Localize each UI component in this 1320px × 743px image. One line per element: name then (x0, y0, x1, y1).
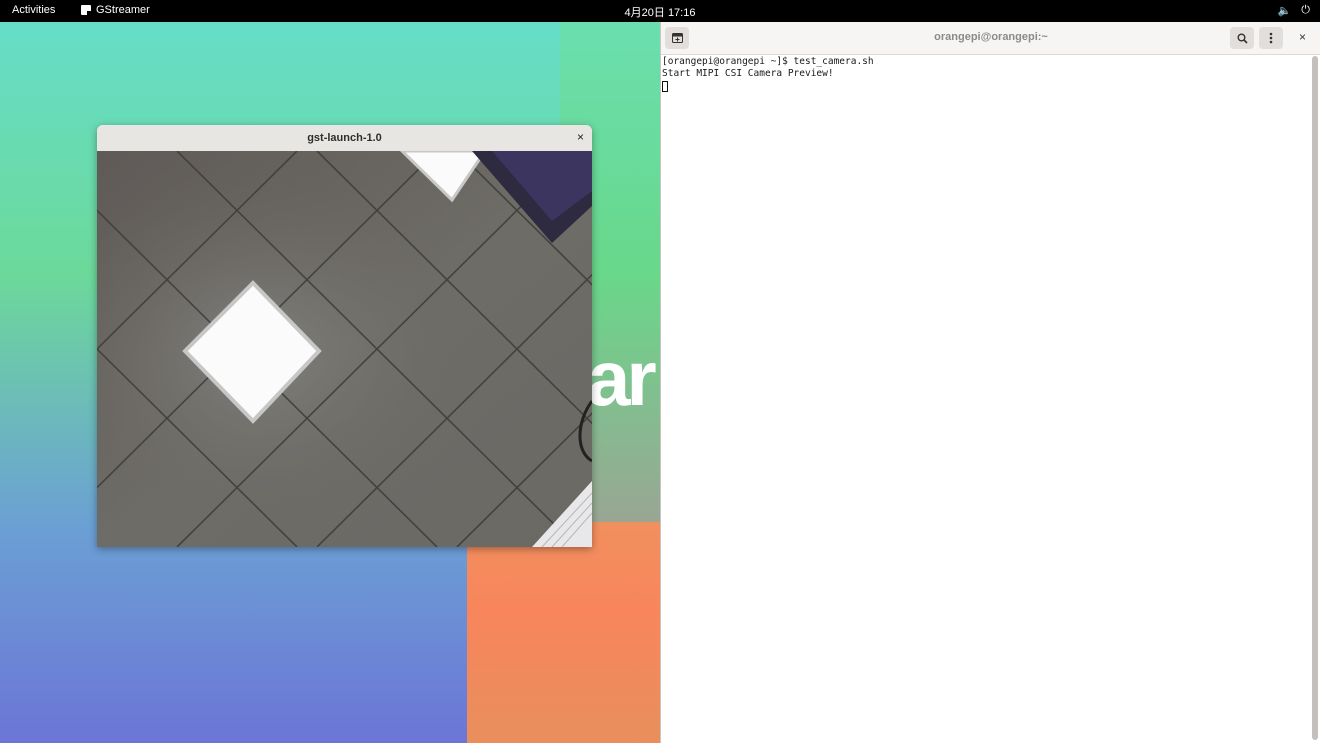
power-icon[interactable]: ⏻ (1301, 4, 1310, 17)
terminal-scrollbar[interactable] (1312, 56, 1318, 740)
app-menu[interactable]: GStreamer (81, 4, 150, 16)
gst-window-title: gst-launch-1.0 (307, 132, 382, 144)
wallpaper-text: ar (587, 334, 657, 422)
top-bar: Activities GStreamer 4月20日 17:16 🔈 ⏻ (0, 0, 1320, 22)
gst-launch-window[interactable]: gst-launch-1.0 × (97, 125, 592, 547)
terminal-line: [orangepi@orangepi ~]$ test_camera.sh (662, 56, 874, 67)
close-icon[interactable]: × (1299, 30, 1306, 44)
terminal-window[interactable]: orangepi@orangepi:~ × [orangepi@orangepi… (660, 22, 1320, 743)
kebab-menu-icon (1269, 32, 1273, 44)
terminal-title: orangepi@orangepi:~ (934, 31, 1048, 43)
activities-button[interactable]: Activities (12, 4, 55, 16)
close-icon[interactable]: × (577, 130, 584, 144)
terminal-headerbar[interactable]: orangepi@orangepi:~ × (661, 22, 1320, 55)
system-status-area[interactable]: 🔈 ⏻ (1278, 4, 1310, 17)
wallpaper-orange-block (467, 522, 660, 743)
clock[interactable]: 4月20日 17:16 (625, 7, 696, 19)
menu-button[interactable] (1259, 27, 1283, 49)
clock-container: 4月20日 17:16 (0, 4, 1320, 20)
search-button[interactable] (1230, 27, 1254, 49)
terminal-output[interactable]: [orangepi@orangepi ~]$ test_camera.sh St… (661, 54, 1312, 743)
search-icon (1237, 33, 1248, 44)
camera-preview (97, 151, 592, 547)
gst-window-titlebar[interactable]: gst-launch-1.0 × (97, 125, 592, 152)
gstreamer-app-icon (81, 5, 91, 15)
app-menu-label: GStreamer (96, 4, 150, 16)
text-cursor (662, 81, 668, 92)
terminal-cursor-line (662, 80, 1312, 96)
camera-frame-image (97, 151, 592, 547)
new-tab-button[interactable] (665, 27, 689, 49)
new-tab-icon (671, 33, 683, 43)
volume-icon[interactable]: 🔈 (1278, 4, 1292, 17)
terminal-line: Start MIPI CSI Camera Preview! (662, 68, 834, 79)
